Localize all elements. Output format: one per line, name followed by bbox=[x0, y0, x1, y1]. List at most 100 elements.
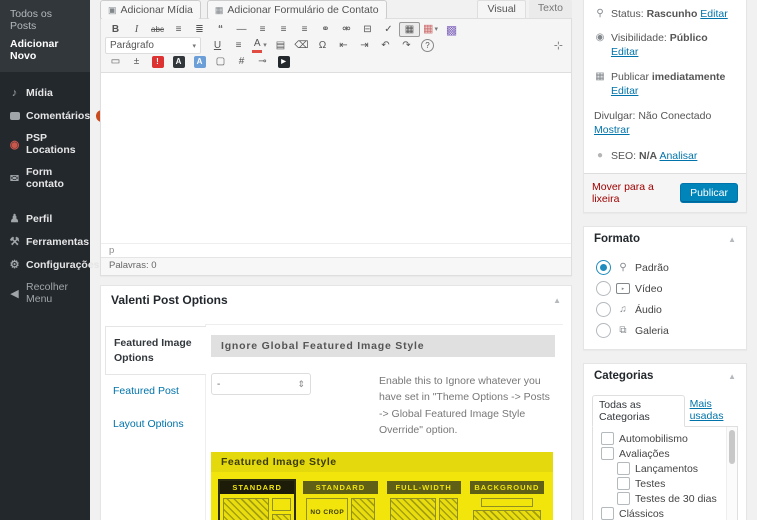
submenu-all-posts[interactable]: Todos os Posts bbox=[0, 5, 90, 35]
align-left-button[interactable]: ≡ bbox=[252, 22, 273, 37]
category-scrollbar[interactable] bbox=[726, 427, 737, 520]
category-row: Lançamentos bbox=[593, 461, 737, 476]
valenti-tab-featured-post[interactable]: Featured Post bbox=[105, 375, 205, 408]
category-checkbox[interactable] bbox=[617, 462, 630, 475]
read-more-button[interactable]: ⊟ bbox=[357, 22, 378, 37]
toolbar-toggle-button[interactable]: ▦ bbox=[399, 22, 420, 37]
blockquote-button[interactable]: “ bbox=[210, 22, 231, 37]
schedule-edit-link[interactable]: Editar bbox=[611, 85, 638, 97]
format-radio-video[interactable] bbox=[596, 281, 611, 296]
paste-as-text-button[interactable]: ▤ bbox=[270, 38, 291, 53]
underline-button[interactable]: U bbox=[207, 38, 228, 53]
editor-toolbar: B I abc ≡ ≣ “ — ≡ ≡ ≡ ⚭ ⚮ ⊟ ✓ ▦ ▦ bbox=[101, 19, 571, 73]
format-radio-audio[interactable] bbox=[596, 302, 611, 317]
valenti-tab-featured-image-options[interactable]: Featured Image Options bbox=[105, 326, 206, 375]
video-shortcode-button[interactable]: ▶ bbox=[273, 54, 294, 69]
publicize-show-link[interactable]: Mostrar bbox=[594, 124, 630, 136]
crosshair-shortcode-button[interactable]: # bbox=[231, 54, 252, 69]
button-shortcode-button[interactable]: ▭ bbox=[105, 54, 126, 69]
strikethrough-button[interactable]: abc bbox=[147, 22, 168, 37]
visibility-row: ◉ Visibilidade: Público Editar bbox=[584, 28, 746, 62]
editor-mode-tabs: Visual Texto bbox=[477, 0, 572, 18]
valenti-panel-header[interactable]: Valenti Post Options ▲ bbox=[101, 286, 571, 314]
tab-most-used[interactable]: Mais usadas bbox=[690, 398, 738, 426]
status-edit-link[interactable]: Editar bbox=[700, 8, 727, 20]
sidebar-item-profile[interactable]: ♟ Perfil bbox=[0, 207, 90, 230]
sidebar-item-media[interactable]: ♪ Mídia bbox=[0, 81, 90, 104]
add-contact-form-button[interactable]: ▦ Adicionar Formulário de Contato bbox=[207, 0, 387, 20]
italic-button[interactable]: I bbox=[126, 22, 147, 37]
alert-shortcode-button[interactable]: ! bbox=[147, 54, 168, 69]
bullet-list-button[interactable]: ≡ bbox=[168, 22, 189, 37]
publish-button[interactable]: Publicar bbox=[680, 183, 738, 203]
sidebar-item-form-contato[interactable]: ✉ Form contato bbox=[0, 161, 90, 195]
category-checkbox[interactable] bbox=[617, 492, 630, 505]
format-panel-header[interactable]: Formato ▲ bbox=[584, 227, 746, 251]
undo-button[interactable]: ↶ bbox=[375, 38, 396, 53]
panel-collapse-icon[interactable]: ▲ bbox=[728, 235, 736, 244]
style-option-background[interactable]: BACKGROUND bbox=[470, 481, 544, 520]
scrollbar-thumb[interactable] bbox=[729, 430, 735, 464]
dropcap-blue-button[interactable]: A bbox=[189, 54, 210, 69]
style-option-standard[interactable]: STANDARD bbox=[220, 481, 294, 520]
remove-link-button[interactable]: ⚮ bbox=[336, 22, 357, 37]
bold-button[interactable]: B bbox=[105, 22, 126, 37]
align-right-button[interactable]: ≡ bbox=[294, 22, 315, 37]
category-checkbox[interactable] bbox=[601, 447, 614, 460]
paragraph-format-select[interactable]: Parágrafo ▾ bbox=[105, 37, 201, 54]
editor-element-path[interactable]: p bbox=[101, 243, 571, 257]
align-center-button[interactable]: ≡ bbox=[273, 22, 294, 37]
format-radio-gallery[interactable] bbox=[596, 323, 611, 338]
add-media-icon: ▣ bbox=[108, 5, 117, 16]
format-radio-standard[interactable] bbox=[596, 260, 611, 275]
distraction-free-button[interactable]: ⊹ bbox=[554, 39, 563, 52]
indent-button[interactable]: ⇥ bbox=[354, 38, 375, 53]
seo-analyze-link[interactable]: Analisar bbox=[659, 150, 697, 162]
spellcheck-button[interactable]: ✓ bbox=[378, 22, 399, 37]
toolbar-row-1: B I abc ≡ ≣ “ — ≡ ≡ ≡ ⚭ ⚮ ⊟ ✓ ▦ ▦ bbox=[105, 22, 567, 37]
outdent-button[interactable]: ⇤ bbox=[333, 38, 354, 53]
category-checkbox[interactable] bbox=[601, 432, 614, 445]
submenu-add-new[interactable]: Adicionar Novo bbox=[0, 35, 90, 65]
text-color-button[interactable]: A ▾ bbox=[249, 38, 270, 53]
clear-formatting-button[interactable]: ⌫ bbox=[291, 38, 312, 53]
publicize-row: Divulgar: Não Conectado Mostrar bbox=[584, 106, 746, 140]
numbered-list-button[interactable]: ≣ bbox=[189, 22, 210, 37]
dropcap-dark-button[interactable]: A bbox=[168, 54, 189, 69]
sidebar-item-comments[interactable]: Comentários 74 bbox=[0, 104, 90, 127]
sidebar-item-collapse-menu[interactable]: ◀ Recolher Menu bbox=[0, 276, 90, 310]
move-to-trash-link[interactable]: Mover para a lixeira bbox=[592, 181, 680, 205]
add-media-button[interactable]: ▣ Adicionar Mídia bbox=[100, 0, 201, 20]
grid-shortcode-button[interactable]: ▦ ▾ bbox=[420, 22, 441, 37]
page-template-button[interactable]: ▢ bbox=[210, 54, 231, 69]
user-icon: ♟ bbox=[8, 212, 21, 225]
style-option-standard-no-crop[interactable]: STANDARD NO CROP bbox=[303, 481, 377, 520]
horizontal-rule-button[interactable]: — bbox=[231, 22, 252, 37]
ignore-global-style-select[interactable]: - ⇕ bbox=[211, 373, 311, 395]
adjust-button[interactable]: ± bbox=[126, 54, 147, 69]
tab-visual[interactable]: Visual bbox=[477, 0, 525, 18]
sidebar-item-tools[interactable]: ⚒ Ferramentas bbox=[0, 230, 90, 253]
sidebar-item-settings[interactable]: ⚙ Configurações bbox=[0, 253, 90, 276]
style-thumbnail: NO CROP bbox=[303, 494, 377, 520]
special-character-button[interactable]: Ω bbox=[312, 38, 333, 53]
sidebar-item-psp-locations[interactable]: ◉ PSP Locations bbox=[0, 127, 90, 161]
visibility-edit-link[interactable]: Editar bbox=[611, 46, 638, 58]
style-option-full-width[interactable]: FULL-WIDTH bbox=[387, 481, 461, 520]
categories-panel-header[interactable]: Categorias ▲ bbox=[584, 364, 746, 388]
redo-button[interactable]: ↷ bbox=[396, 38, 417, 53]
category-checkbox[interactable] bbox=[601, 507, 614, 520]
tab-text[interactable]: Texto bbox=[529, 0, 572, 18]
insert-link-button[interactable]: ⚭ bbox=[315, 22, 336, 37]
purple-shortcode-button[interactable]: ▩ bbox=[441, 22, 462, 37]
divider-shortcode-button[interactable]: ⊸ bbox=[252, 54, 273, 69]
justify-button[interactable]: ≡ bbox=[228, 38, 249, 53]
help-button[interactable]: ? bbox=[417, 38, 438, 53]
tab-all-categories[interactable]: Todas as Categorias bbox=[592, 395, 685, 427]
panel-collapse-icon[interactable]: ▲ bbox=[553, 296, 561, 305]
editor-content-area[interactable] bbox=[101, 73, 571, 243]
category-checkbox[interactable] bbox=[617, 477, 630, 490]
valenti-tab-layout-options[interactable]: Layout Options bbox=[105, 408, 205, 441]
panel-collapse-icon[interactable]: ▲ bbox=[728, 372, 736, 381]
status-icon: ⚲ bbox=[594, 7, 606, 21]
